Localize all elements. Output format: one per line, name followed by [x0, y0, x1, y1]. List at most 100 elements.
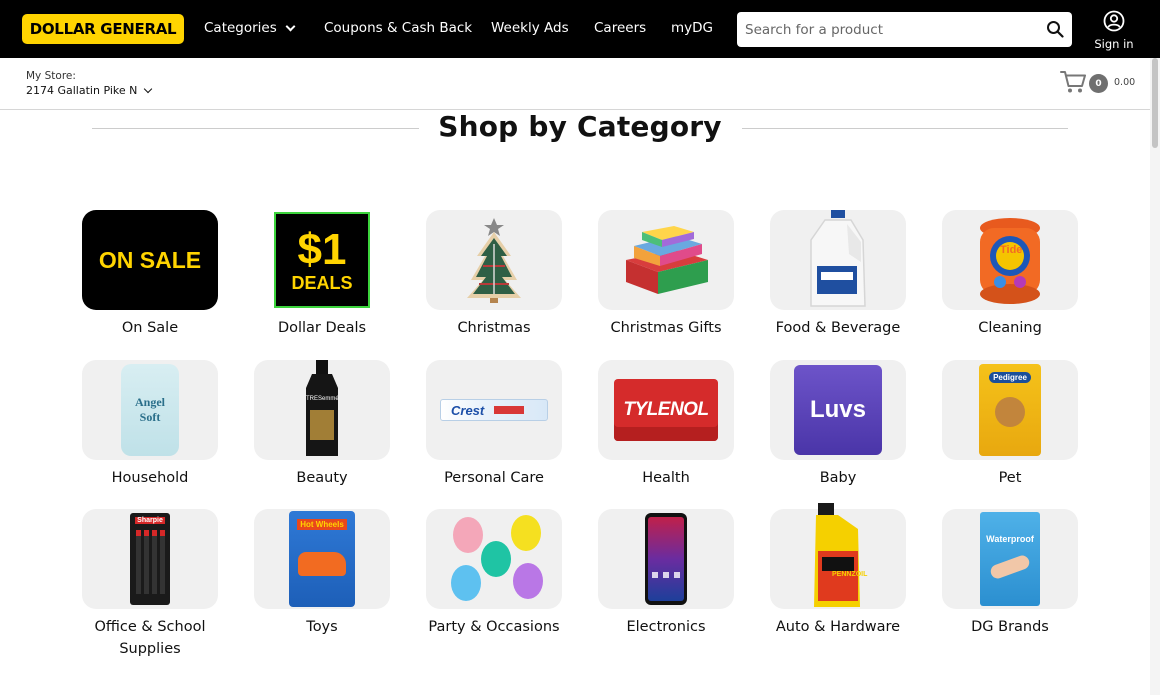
toy-car-icon [298, 552, 346, 576]
category-label: Auto & Hardware [775, 619, 901, 635]
category-label: Food & Beverage [775, 320, 901, 336]
my-store-label: My Store: [26, 70, 76, 82]
toothpaste-box: Crest [440, 399, 548, 421]
cleaning-image: Tide [942, 210, 1078, 310]
category-label: Baby [819, 470, 857, 486]
category-health[interactable]: TYLENOL Health [586, 360, 746, 510]
category-label: DG Brands [971, 619, 1049, 635]
category-label: Christmas Gifts [610, 320, 722, 336]
health-image-text: TYLENOL [623, 399, 709, 420]
logo-text: DOLLAR GENERAL [29, 20, 177, 38]
sign-in-label: Sign in [1094, 37, 1134, 51]
sign-in-button[interactable]: Sign in [1093, 10, 1135, 51]
category-label: Cleaning [978, 320, 1042, 336]
food-beverage-image [770, 210, 906, 310]
christmas-gifts-image [598, 210, 734, 310]
category-baby[interactable]: Luvs Baby [758, 360, 918, 510]
shopping-cart-icon [1060, 71, 1086, 93]
pen-pack: Sharpie [130, 513, 170, 605]
category-label: Office & School Supplies [94, 619, 206, 657]
category-label: Personal Care [444, 470, 544, 486]
toilet-paper-pack: Angel Soft [121, 364, 179, 456]
search-box [737, 12, 1072, 47]
household-image-text: Angel Soft [135, 395, 165, 424]
nav-careers[interactable]: Careers [594, 20, 646, 36]
nav-categories-label: Categories [204, 20, 277, 36]
category-food-beverage[interactable]: Food & Beverage [758, 210, 918, 360]
baby-image: Luvs [770, 360, 906, 460]
toothpaste-stripe [494, 406, 525, 414]
on-sale-image: ON SALE [82, 210, 218, 310]
category-dollar-deals[interactable]: $1 DEALS Dollar Deals [242, 210, 402, 360]
category-christmas-gifts[interactable]: Christmas Gifts [586, 210, 746, 360]
dg-brands-image: Waterproof [942, 509, 1078, 609]
category-cleaning[interactable]: Tide Cleaning [930, 210, 1090, 360]
category-label: On Sale [121, 320, 179, 336]
cart-button[interactable]: 0 0.00 [1060, 70, 1140, 96]
dg-brands-image-text: Waterproof [986, 534, 1034, 544]
household-image: Angel Soft [82, 360, 218, 460]
category-household[interactable]: Angel Soft Household [70, 360, 230, 510]
category-label: Beauty [296, 470, 348, 486]
category-toys[interactable]: Hot Wheels Toys [242, 509, 402, 659]
bandage-icon [988, 553, 1032, 581]
health-image: TYLENOL [598, 360, 734, 460]
beauty-image: TRESemmé [254, 360, 390, 460]
category-label: Household [111, 470, 189, 486]
category-auto-hardware[interactable]: PENNZOIL Auto & Hardware [758, 503, 918, 659]
detergent-tub-icon [980, 218, 1040, 304]
chevron-down-icon [144, 84, 153, 93]
page-title: Shop by Category [438, 110, 722, 143]
category-label: Pet [998, 470, 1022, 486]
chevron-down-icon [285, 21, 296, 31]
office-school-image: Sharpie [82, 509, 218, 609]
pens [135, 530, 165, 594]
store-selector[interactable]: 2174 Gallatin Pike N [26, 84, 153, 97]
cleaning-image-text: Tide [1000, 244, 1023, 256]
nav-coupons[interactable]: Coupons & Cash Back [324, 20, 472, 36]
personal-care-image-text: Crest [451, 402, 485, 418]
user-icon [1103, 10, 1125, 32]
heading-divider-right [742, 128, 1068, 129]
electronics-image [598, 509, 734, 609]
dollar-general-logo[interactable]: DOLLAR GENERAL [22, 14, 184, 44]
scrollbar-thumb[interactable] [1152, 58, 1158, 148]
tylenol-box: TYLENOL [614, 379, 718, 441]
auto-image-text: PENNZOIL [832, 571, 868, 578]
gift-boxes-icon [626, 226, 708, 294]
auto-hardware-image: PENNZOIL [770, 503, 906, 609]
category-electronics[interactable]: Electronics [586, 509, 746, 659]
category-beauty[interactable]: TRESemmé Beauty [242, 360, 402, 510]
office-image-text: Sharpie [135, 517, 165, 524]
on-sale-image-text: ON SALE [98, 246, 202, 273]
christmas-tree-icon [467, 218, 521, 303]
pet-image: Pedigree [942, 360, 1078, 460]
category-personal-care[interactable]: Crest Personal Care [414, 360, 574, 510]
category-pet[interactable]: Pedigree Pet [930, 360, 1090, 510]
search-icon[interactable] [1046, 20, 1064, 38]
dollar-deals-badge: $1 DEALS [274, 212, 370, 308]
shampoo-bottle-icon [306, 360, 338, 456]
category-label: Christmas [457, 320, 531, 336]
nav-mydg[interactable]: myDG [671, 20, 713, 36]
nav-categories[interactable]: Categories [204, 20, 296, 36]
category-office-school[interactable]: Sharpie Office & School Supplies [70, 509, 230, 659]
search-input[interactable] [745, 12, 1035, 47]
toy-car-package: Hot Wheels [289, 511, 355, 607]
category-party-occasions[interactable]: Party & Occasions [414, 509, 574, 659]
bandage-box: Waterproof [980, 512, 1040, 606]
category-dg-brands[interactable]: Waterproof DG Brands [930, 509, 1090, 659]
smartphone-icon [645, 513, 687, 605]
page-scrollbar[interactable] [1150, 58, 1160, 695]
store-bar: My Store: 2174 Gallatin Pike N 0 0.00 [0, 58, 1160, 110]
category-label: Toys [306, 619, 338, 635]
nav-weekly-ads[interactable]: Weekly Ads [491, 20, 569, 36]
diaper-pack: Luvs [794, 365, 882, 455]
category-christmas[interactable]: Christmas [414, 210, 574, 360]
milk-jug-icon [810, 210, 866, 307]
cart-total: 0.00 [1114, 77, 1136, 88]
heading-divider-left [92, 128, 419, 129]
dollar-deals-image: $1 DEALS [254, 210, 390, 310]
category-on-sale[interactable]: ON SALE On Sale [70, 210, 230, 360]
category-label: Party & Occasions [428, 619, 560, 635]
